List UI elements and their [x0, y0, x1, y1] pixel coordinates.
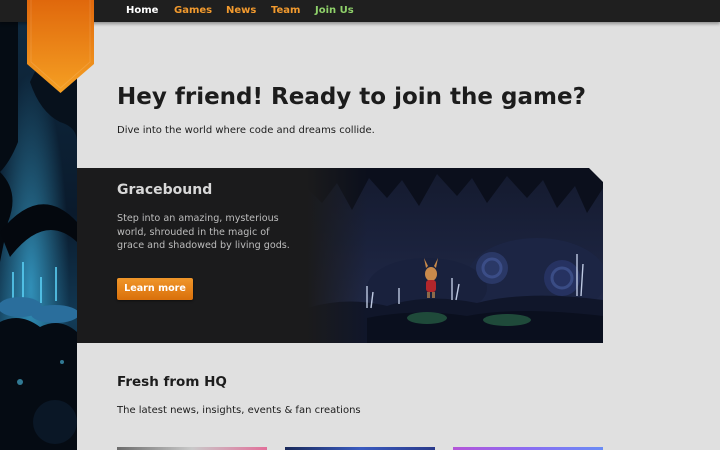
nav-games-link[interactable]: Games: [174, 5, 212, 16]
hero-subtitle: Dive into the world where code and dream…: [117, 125, 375, 136]
nav-team-link[interactable]: Team: [271, 5, 300, 16]
learn-more-button[interactable]: Learn more: [117, 278, 193, 300]
feature-description: Step into an amazing, mysterious world, …: [117, 213, 290, 251]
news-section-subtitle: The latest news, insights, events & fan …: [117, 405, 361, 416]
news-section-title: Fresh from HQ: [117, 374, 227, 390]
feature-title: Gracebound: [117, 182, 213, 198]
nav-join-us-link[interactable]: Join Us: [315, 5, 354, 16]
hero-title: Hey friend! Ready to join the game?: [117, 84, 586, 110]
ribbon-logo[interactable]: [27, 0, 94, 94]
card-corner-notch: [589, 168, 603, 182]
nav-home-link[interactable]: Home: [126, 5, 158, 16]
nav-news-link[interactable]: News: [226, 5, 256, 16]
top-nav-bar: Home Games News Team Join Us: [0, 0, 720, 22]
art-fade: [307, 168, 367, 343]
featured-game-card: Gracebound Step into an amazing, mysteri…: [77, 168, 603, 343]
